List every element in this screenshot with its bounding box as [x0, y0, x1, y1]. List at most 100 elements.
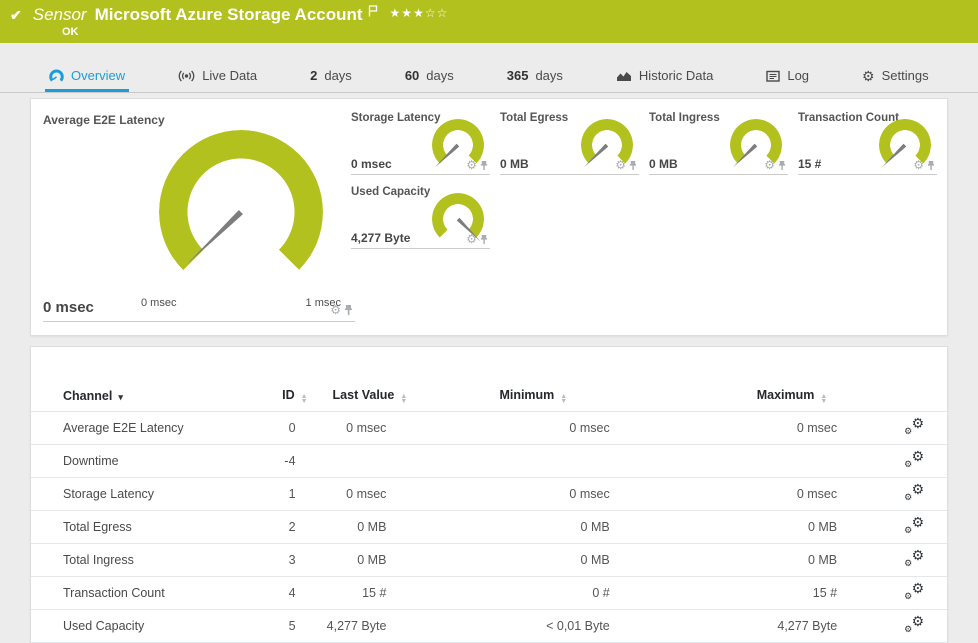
- primary-gauge-tile: Average E2E Latency 0 msec 1 msec 0 msec…: [43, 109, 355, 322]
- area-chart-icon: [616, 70, 632, 82]
- tab-label: days: [535, 68, 563, 83]
- tab-overview[interactable]: Overview: [45, 68, 130, 92]
- tab-log[interactable]: Log: [762, 68, 813, 92]
- gauge-value: 0 MB: [500, 157, 529, 171]
- channel-last-value: 0 MB: [322, 509, 442, 543]
- channel-maximum: 15 #: [663, 575, 892, 609]
- channel-settings-icon[interactable]: ⚙ ⚙: [904, 448, 924, 469]
- channel-minimum: < 0,01 Byte: [441, 608, 664, 643]
- channel-last-value: 0 msec: [322, 410, 442, 444]
- sort-desc-icon: ▾: [118, 391, 123, 402]
- table-row: Total Egress 2 0 MB 0 MB 0 MB ⚙ ⚙: [31, 509, 947, 543]
- log-icon: [766, 70, 781, 82]
- gear-icon[interactable]: ⚙: [764, 159, 775, 171]
- mini-gauges-grid: Storage Latency 0 msec ⚙ Total Egress 0 …: [351, 109, 937, 249]
- gauge-value: 15 #: [798, 157, 822, 171]
- mini-gauge-storage-latency: Storage Latency 0 msec ⚙: [351, 109, 490, 175]
- average-e2e-latency-gauge: [159, 130, 323, 294]
- channel-settings-icon[interactable]: ⚙ ⚙: [904, 514, 924, 535]
- gauge-value: 0 msec: [351, 157, 392, 171]
- tab-365-days[interactable]: 365 days: [503, 68, 567, 92]
- channel-id: 1: [260, 476, 323, 510]
- tab-60-days[interactable]: 60 days: [401, 68, 458, 92]
- gear-icon[interactable]: ⚙: [466, 233, 477, 245]
- channel-name[interactable]: Average E2E Latency: [31, 410, 261, 444]
- pin-icon[interactable]: [778, 160, 786, 171]
- channel-name[interactable]: Downtime: [31, 443, 261, 477]
- channel-name[interactable]: Total Egress: [31, 509, 261, 543]
- gauge-value: 0 msec: [43, 299, 94, 316]
- gear-icon[interactable]: ⚙: [615, 159, 626, 171]
- tab-number: 60: [404, 68, 420, 83]
- sensor-kind-label: Sensor: [32, 5, 87, 24]
- channel-table: Channel ▾ ID ▲ ▼ Last Value ▲ ▼ Minimum ▲ ▼ Max…: [31, 381, 947, 643]
- mini-gauge-total-ingress: Total Ingress 0 MB ⚙: [649, 109, 788, 175]
- tab-label: Live Data: [202, 68, 258, 83]
- pin-icon[interactable]: [480, 234, 488, 245]
- pin-icon[interactable]: [629, 160, 637, 171]
- column-header-id[interactable]: ID ▲ ▼: [261, 381, 323, 411]
- gauge-icon: [49, 69, 64, 82]
- sort-icon: ▲ ▼: [560, 392, 568, 405]
- tab-historic-data[interactable]: Historic Data: [612, 68, 717, 92]
- channel-last-value: 4,277 Byte: [322, 608, 442, 643]
- column-header-maximum[interactable]: Maximum ▲ ▼: [664, 381, 891, 411]
- tab-label: Overview: [71, 68, 126, 83]
- gauges-panel: Average E2E Latency 0 msec 1 msec 0 msec…: [30, 98, 948, 336]
- sort-icon: ▲ ▼: [820, 392, 828, 405]
- channel-id: 2: [260, 509, 323, 543]
- gear-icon[interactable]: ⚙: [466, 159, 477, 171]
- table-row: Total Ingress 3 0 MB 0 MB 0 MB ⚙ ⚙: [31, 542, 947, 576]
- tab-settings[interactable]: ⚙ Settings: [858, 68, 933, 92]
- channel-minimum: 0 MB: [441, 542, 664, 576]
- mini-gauge-transaction-count: Transaction Count 15 # ⚙: [798, 109, 937, 175]
- mini-gauge-used-capacity: Used Capacity 4,277 Byte ⚙: [351, 183, 490, 249]
- pin-icon[interactable]: [480, 160, 488, 171]
- channel-settings-icon[interactable]: ⚙ ⚙: [904, 481, 924, 502]
- sensor-header: ✔ Sensor Microsoft Azure Storage Account…: [0, 0, 978, 43]
- status-check-icon: ✔: [10, 7, 22, 23]
- channel-settings-icon[interactable]: ⚙ ⚙: [904, 547, 924, 568]
- channel-name[interactable]: Storage Latency: [31, 476, 261, 510]
- channel-last-value: 15 #: [322, 575, 442, 609]
- tab-number: 365: [506, 68, 529, 83]
- gauge-value: 4,277 Byte: [351, 231, 411, 245]
- channel-name[interactable]: Used Capacity: [31, 608, 261, 643]
- channel-settings-icon[interactable]: ⚙ ⚙: [904, 580, 924, 601]
- column-header-channel[interactable]: Channel ▾: [31, 381, 261, 411]
- channel-settings-icon[interactable]: ⚙ ⚙: [904, 613, 924, 634]
- channel-minimum: 0 msec: [441, 476, 664, 510]
- channel-name[interactable]: Transaction Count: [31, 575, 261, 609]
- channel-settings-icon[interactable]: ⚙ ⚙: [904, 415, 924, 436]
- pin-icon[interactable]: [344, 304, 353, 316]
- column-header-settings: [891, 381, 947, 411]
- status-badge: OK: [62, 26, 79, 38]
- channel-maximum: 0 MB: [663, 542, 892, 576]
- tab-label: days: [426, 68, 454, 83]
- tab-live-data[interactable]: Live Data: [174, 68, 261, 92]
- flag-icon[interactable]: [368, 5, 378, 17]
- tab-2-days[interactable]: 2 days: [306, 68, 356, 92]
- tab-bar: Overview Live Data 2 days 60 days 365 da…: [0, 60, 978, 93]
- channel-maximum: [663, 443, 892, 477]
- gear-icon[interactable]: ⚙: [330, 304, 341, 316]
- gauge-value: 0 MB: [649, 157, 678, 171]
- tab-label: days: [324, 68, 352, 83]
- table-row: Average E2E Latency 0 0 msec 0 msec 0 ms…: [31, 410, 947, 444]
- channel-name[interactable]: Total Ingress: [31, 542, 261, 576]
- channel-minimum: 0 MB: [441, 509, 664, 543]
- channel-maximum: 4,277 Byte: [663, 608, 892, 643]
- sort-icon: ▲ ▼: [400, 392, 408, 405]
- gear-icon[interactable]: ⚙: [913, 159, 924, 171]
- pin-icon[interactable]: [927, 160, 935, 171]
- channel-id: 0: [260, 410, 323, 444]
- channel-maximum: 0 MB: [663, 509, 892, 543]
- table-row: Transaction Count 4 15 # 0 # 15 # ⚙ ⚙: [31, 575, 947, 609]
- column-header-last-value[interactable]: Last Value ▲ ▼: [323, 381, 442, 411]
- gear-icon: ⚙: [862, 67, 875, 84]
- column-header-minimum[interactable]: Minimum ▲ ▼: [441, 381, 663, 411]
- priority-stars[interactable]: ★★★☆☆: [390, 6, 449, 20]
- channel-id: 4: [260, 575, 323, 609]
- page-title: Microsoft Azure Storage Account: [94, 5, 363, 24]
- table-row: Storage Latency 1 0 msec 0 msec 0 msec ⚙…: [31, 476, 947, 510]
